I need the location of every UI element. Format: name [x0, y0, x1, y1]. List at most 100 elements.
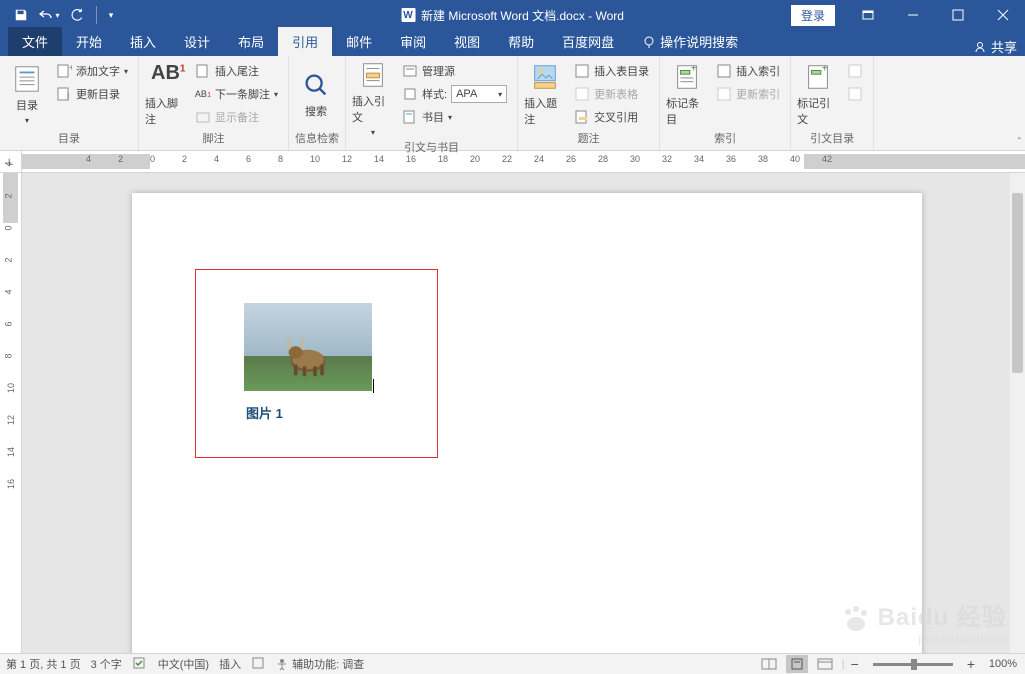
document-canvas[interactable]: 图片 1 — [22, 173, 1025, 653]
group-captions: 插入题注 插入表目录 更新表格 交叉引用 题注 — [518, 56, 660, 150]
inserted-image[interactable] — [244, 303, 372, 391]
scrollbar-thumb[interactable] — [1012, 193, 1023, 373]
manage-sources-icon — [402, 63, 418, 79]
close-button[interactable] — [980, 0, 1025, 30]
update-index-icon — [716, 86, 732, 102]
page-indicator[interactable]: 第 1 页, 共 1 页 — [6, 656, 81, 672]
tab-tellme[interactable]: 操作说明搜索 — [628, 27, 752, 56]
insert-index-button[interactable]: 插入索引 — [712, 60, 784, 82]
insert-citation-button[interactable]: 插入引文 ▾ — [352, 60, 394, 137]
group-index: + 标记条目 插入索引 更新索引 索引 — [660, 56, 791, 150]
cross-reference-button[interactable]: 交叉引用 — [570, 106, 653, 128]
tab-file[interactable]: 文件 — [8, 27, 62, 56]
word-icon: W — [401, 8, 415, 22]
tab-references[interactable]: 引用 — [278, 27, 332, 56]
update-index-button: 更新索引 — [712, 83, 784, 105]
style-icon — [402, 86, 418, 102]
insert-footnote-button[interactable]: AB1 插入脚注 — [145, 60, 187, 128]
manage-sources-button[interactable]: 管理源 — [398, 60, 511, 82]
update-tof-icon — [574, 86, 590, 102]
ribbon-tabs: 文件 开始 插入 设计 布局 引用 邮件 审阅 视图 帮助 百度网盘 操作说明搜… — [0, 30, 1025, 56]
tab-view[interactable]: 视图 — [440, 27, 494, 56]
undo-button[interactable]: ▾ — [36, 2, 62, 28]
insert-endnote-button[interactable]: 插入尾注 — [191, 60, 282, 82]
update-toc-button[interactable]: !更新目录 — [52, 83, 132, 105]
login-button[interactable]: 登录 — [791, 5, 835, 26]
ribbon-display-button[interactable] — [845, 0, 890, 30]
group-label-toa: 引文目录 — [797, 128, 867, 148]
insert-mode[interactable]: 插入 — [219, 656, 241, 672]
toc-icon — [12, 64, 42, 94]
insert-index-icon — [716, 63, 732, 79]
group-label-captions: 题注 — [524, 128, 653, 148]
footnote-icon: AB1 — [151, 62, 181, 92]
tab-insert[interactable]: 插入 — [116, 27, 170, 56]
accessibility-button[interactable]: 辅助功能: 调查 — [275, 656, 364, 672]
citation-style-select[interactable]: 样式: APA▾ — [398, 83, 511, 105]
tab-help[interactable]: 帮助 — [494, 27, 548, 56]
save-button[interactable] — [8, 2, 34, 28]
insert-toa-button — [843, 60, 867, 82]
web-layout-button[interactable] — [814, 655, 836, 673]
search-button[interactable]: 搜索 — [295, 60, 337, 128]
language-indicator[interactable]: 中文(中国) — [158, 656, 209, 672]
toc-button[interactable]: 目录 ▾ — [6, 60, 48, 128]
maximize-button[interactable] — [935, 0, 980, 30]
tab-layout[interactable]: 布局 — [224, 27, 278, 56]
qat-customize-button[interactable]: ▾ — [103, 2, 119, 28]
tab-mailings[interactable]: 邮件 — [332, 27, 386, 56]
accessibility-icon — [275, 657, 289, 671]
image-caption[interactable]: 图片 1 — [246, 403, 283, 422]
mark-citation-icon: + — [803, 62, 833, 92]
zoom-slider[interactable] — [873, 663, 953, 666]
tab-home[interactable]: 开始 — [62, 27, 116, 56]
update-toa-button — [843, 83, 867, 105]
document-title: 新建 Microsoft Word 文档.docx - Word — [421, 7, 624, 24]
search-icon — [301, 70, 331, 100]
mark-citation-button[interactable]: + 标记引文 — [797, 60, 839, 128]
insert-caption-button[interactable]: 插入题注 — [524, 60, 566, 128]
bibliography-icon — [402, 109, 418, 125]
next-footnote-button[interactable]: AB1下一条脚注 ▾ — [191, 83, 282, 105]
zoom-out-button[interactable]: − — [851, 656, 859, 672]
update-icon: ! — [56, 86, 72, 102]
bibliography-button[interactable]: 书目 ▾ — [398, 106, 511, 128]
tab-design[interactable]: 设计 — [170, 27, 224, 56]
svg-text:+: + — [822, 63, 828, 74]
word-count[interactable]: 3 个字 — [91, 656, 122, 672]
document-area: 420246810121416 图片 1 — [0, 173, 1025, 653]
next-footnote-icon: AB1 — [195, 86, 211, 102]
macro-icon[interactable] — [251, 656, 265, 673]
vertical-ruler[interactable]: 420246810121416 — [0, 173, 22, 653]
zoom-in-button[interactable]: + — [967, 656, 975, 672]
tab-baidu[interactable]: 百度网盘 — [548, 27, 628, 56]
tab-review[interactable]: 审阅 — [386, 27, 440, 56]
mark-entry-icon: + — [672, 62, 702, 92]
minimize-button[interactable] — [890, 0, 935, 30]
ruler-row: L 42024681012141618202224262830323436384… — [0, 151, 1025, 173]
page[interactable]: 图片 1 — [132, 193, 922, 653]
group-footnotes: AB1 插入脚注 插入尾注 AB1下一条脚注 ▾ 显示备注 脚注 — [139, 56, 289, 150]
read-mode-button[interactable] — [758, 655, 780, 673]
group-search: 搜索 信息检索 — [289, 56, 346, 150]
mark-entry-button[interactable]: + 标记条目 — [666, 60, 708, 128]
zoom-level[interactable]: 100% — [981, 658, 1017, 670]
horizontal-ruler[interactable]: 4202468101214161820222426283032343638404… — [22, 151, 1025, 172]
insert-tof-button[interactable]: 插入表目录 — [570, 60, 653, 82]
quick-access-toolbar: ▾ ▾ — [0, 2, 119, 28]
vertical-scrollbar[interactable] — [1010, 173, 1025, 653]
group-label-index: 索引 — [666, 128, 784, 148]
window-title: W 新建 Microsoft Word 文档.docx - Word — [401, 7, 624, 24]
update-tof-button: 更新表格 — [570, 83, 653, 105]
collapse-ribbon-button[interactable]: ˆ — [1018, 137, 1021, 148]
endnote-icon — [195, 63, 211, 79]
print-layout-button[interactable] — [786, 655, 808, 673]
redo-button[interactable] — [64, 2, 90, 28]
svg-text:+: + — [69, 63, 72, 74]
group-label-toc: 目录 — [6, 128, 132, 148]
group-label-search: 信息检索 — [295, 128, 339, 148]
add-text-button[interactable]: +添加文字 ▾ — [52, 60, 132, 82]
title-bar: ▾ ▾ W 新建 Microsoft Word 文档.docx - Word 登… — [0, 0, 1025, 30]
share-button[interactable]: 共享 — [973, 37, 1017, 56]
spell-check-icon[interactable] — [132, 656, 148, 673]
